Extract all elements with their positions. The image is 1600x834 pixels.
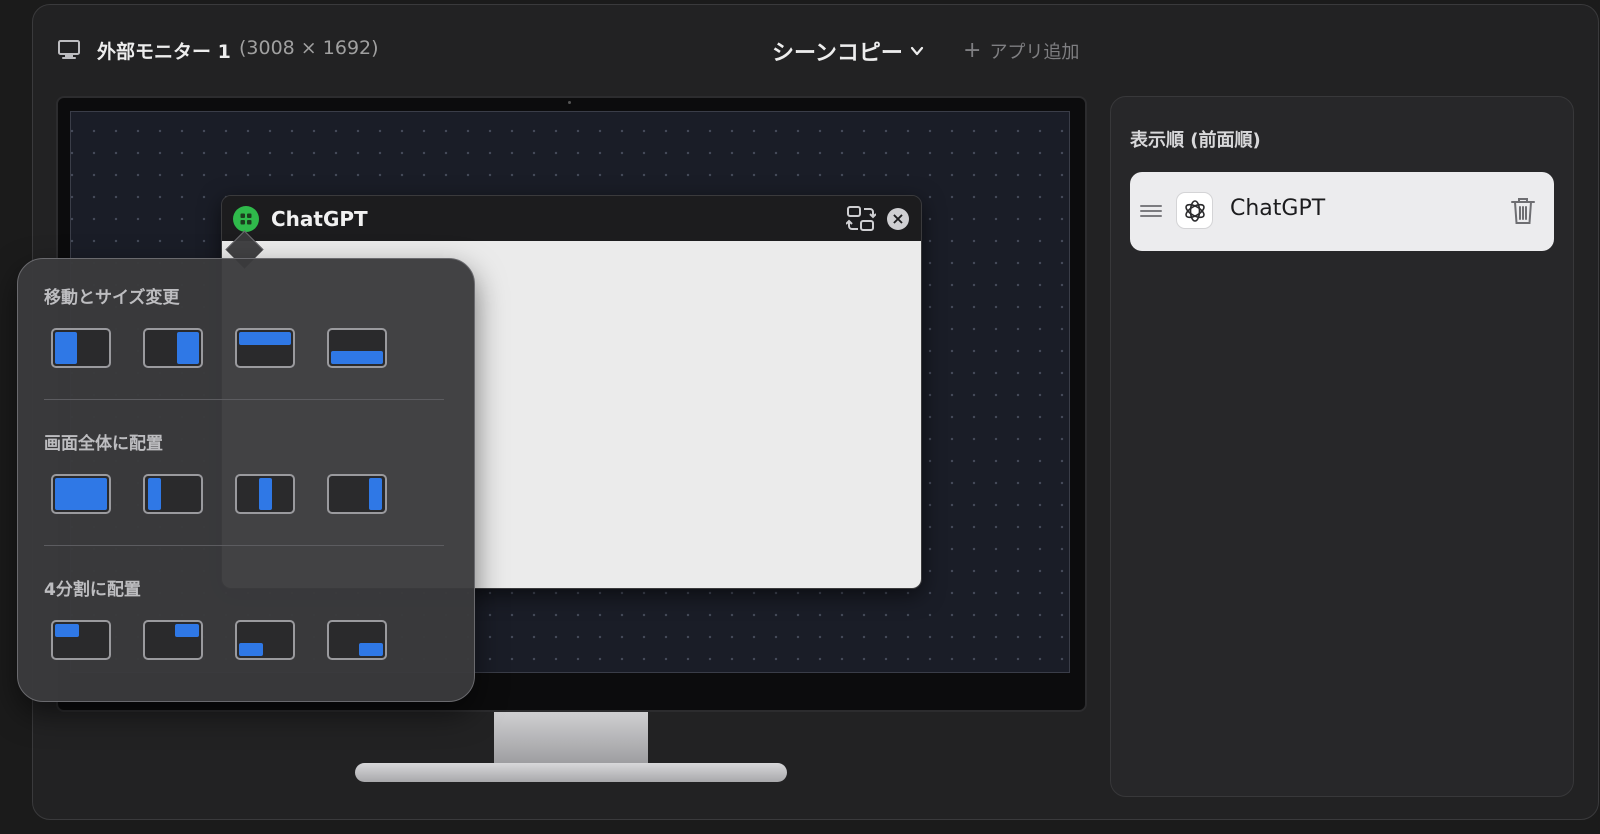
tile-top-right[interactable] bbox=[143, 620, 203, 660]
tile-right-half[interactable] bbox=[143, 328, 203, 368]
app-window-titlebar[interactable]: ChatGPT × bbox=[222, 196, 921, 241]
display-order-title: 表示順 (前面順) bbox=[1130, 130, 1261, 151]
app-window-title: ChatGPT bbox=[271, 207, 368, 231]
tile-fill[interactable] bbox=[51, 474, 111, 514]
tile-bottom-left[interactable] bbox=[235, 620, 295, 660]
add-app-label: アプリ追加 bbox=[989, 42, 1080, 63]
grid-icon[interactable] bbox=[233, 206, 259, 232]
section-title-quarters: 4分割に配置 bbox=[44, 580, 141, 600]
plus-icon: + bbox=[963, 38, 982, 63]
tile-left-column[interactable] bbox=[143, 474, 203, 514]
section-divider bbox=[44, 545, 444, 546]
openai-logo-icon bbox=[1176, 192, 1213, 229]
section-divider bbox=[44, 399, 444, 400]
trash-icon[interactable] bbox=[1510, 196, 1536, 226]
list-item[interactable]: ChatGPT bbox=[1130, 172, 1554, 251]
tile-bottom-right[interactable] bbox=[327, 620, 387, 660]
monitor-stand-neck bbox=[494, 712, 648, 764]
section-title-fullscreen: 画面全体に配置 bbox=[44, 434, 163, 454]
tile-right-column[interactable] bbox=[327, 474, 387, 514]
list-item-label: ChatGPT bbox=[1230, 196, 1326, 221]
swap-screen-icon[interactable] bbox=[846, 205, 876, 233]
drag-handle-icon[interactable] bbox=[1140, 203, 1162, 219]
tile-left-half[interactable] bbox=[51, 328, 111, 368]
section-title-move-resize: 移動とサイズ変更 bbox=[44, 288, 180, 308]
tile-center-column[interactable] bbox=[235, 474, 295, 514]
chevron-down-icon bbox=[910, 46, 924, 56]
display-resolution: (3008 × 1692) bbox=[239, 37, 379, 59]
layout-popover: 移動とサイズ変更 画面全体に配置 4分割に配置 bbox=[17, 258, 475, 702]
close-icon[interactable]: × bbox=[887, 208, 909, 230]
display-icon bbox=[58, 40, 80, 59]
tile-bottom-half[interactable] bbox=[327, 328, 387, 368]
camera-dot bbox=[568, 101, 571, 104]
tile-top-half[interactable] bbox=[235, 328, 295, 368]
tile-top-left[interactable] bbox=[51, 620, 111, 660]
monitor-stand-base bbox=[355, 763, 787, 782]
scene-copy-menu[interactable]: シーンコピー bbox=[772, 35, 925, 67]
display-title: 外部モニター 1 bbox=[97, 41, 231, 63]
scene-copy-label: シーンコピー bbox=[772, 41, 903, 66]
add-app-button[interactable]: + アプリ追加 bbox=[963, 38, 1079, 64]
